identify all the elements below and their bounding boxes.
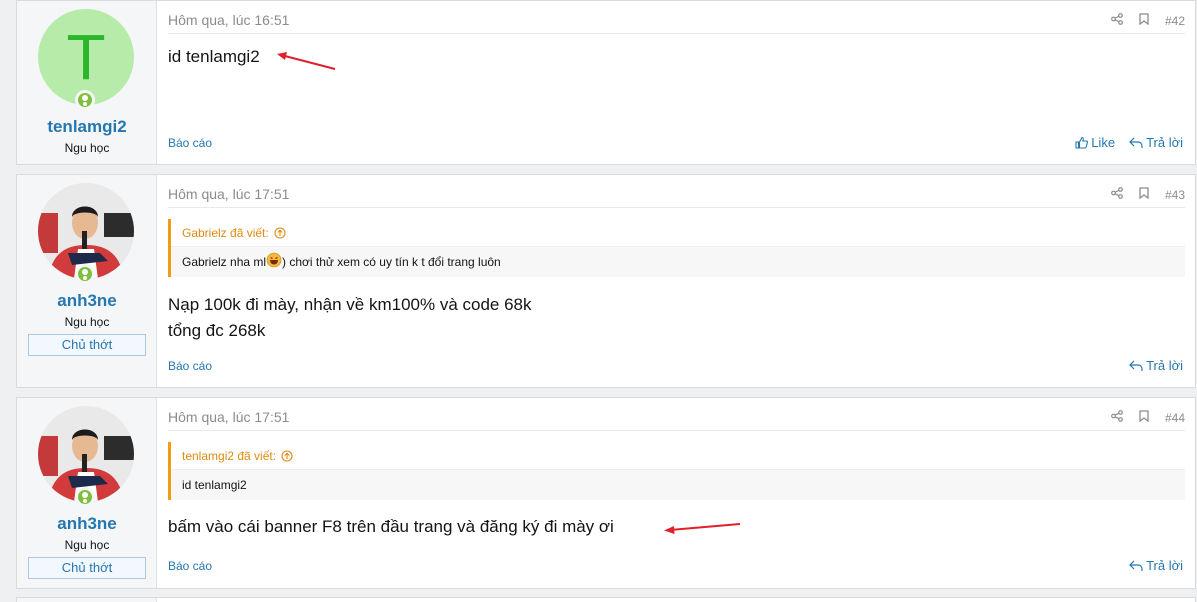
post-footer-actions: Like Trả lời [1075,135,1183,150]
quote-header[interactable]: Gabrielz đã viết: [171,219,1185,247]
post-actions: #43 [1111,187,1185,202]
post-time[interactable]: Hôm qua, lúc 17:51 [168,409,289,425]
username[interactable]: anh3ne [17,514,157,534]
post-number[interactable]: #44 [1165,411,1185,425]
user-column [17,598,157,602]
message-line: bấm vào cái banner F8 trên đầu trang và … [168,517,614,536]
divider [168,33,1185,34]
username[interactable]: anh3ne [17,291,157,311]
quote-text-part: Gabrielz nha ml [182,255,267,269]
reply-button[interactable]: Trả lời [1129,558,1183,573]
reply-label: Trả lời [1146,558,1183,573]
arrow-up-circle-icon[interactable] [281,449,293,462]
post-number[interactable]: #43 [1165,188,1185,202]
post-actions: #44 [1111,410,1185,425]
reply-label: Trả lời [1146,135,1183,150]
post-actions: #42 [1111,13,1185,28]
red-arrow-annotation [277,52,336,70]
user-title: Ngu học [64,141,110,155]
quote-block: Gabrielz đã viết: Gabrielz nha ml ) chơi… [168,219,1185,277]
thread-starter-banner: Chủ thớt [28,334,146,356]
online-status-icon [75,487,95,507]
post-44: anh3ne Ngu học Chủ thớt Hôm qua, lúc 17:… [16,397,1196,589]
message-line: id tenlamgi2 [168,47,260,66]
quote-header[interactable]: tenlamgi2 đã viết: [171,442,1185,470]
report-link[interactable]: Báo cáo [168,359,212,373]
quote-block: tenlamgi2 đã viết: id tenlamgi2 [168,442,1185,500]
arrow-up-circle-icon[interactable] [274,226,286,239]
message-line: tổng đc 268k [168,321,266,340]
share-icon[interactable] [1111,13,1123,28]
thread-starter-banner: Chủ thớt [28,557,146,579]
reply-icon [1129,360,1143,371]
report-link[interactable]: Báo cáo [168,136,212,150]
reply-icon [1129,137,1143,148]
bookmark-icon[interactable] [1139,13,1149,28]
reply-button[interactable]: Trả lời [1129,358,1183,373]
quote-text-part: ) chơi thử xem có uy tín k t đổi trang l… [282,255,501,269]
share-icon[interactable] [1111,187,1123,202]
red-arrow-annotation [664,523,741,534]
divider [168,207,1185,208]
post-43: anh3ne Ngu học Chủ thớt Hôm qua, lúc 17:… [16,174,1196,388]
username[interactable]: tenlamgi2 [17,117,157,137]
message-body: bấm vào cái banner F8 trên đầu trang và … [168,514,614,540]
like-button[interactable]: Like [1075,135,1115,150]
like-icon [1075,136,1089,149]
share-icon[interactable] [1111,410,1123,425]
reply-button[interactable]: Trả lời [1129,135,1183,150]
laugh-emoji-icon [266,252,282,268]
user-column: T tenlamgi2 Ngu học [17,1,157,164]
quote-author: Gabrielz đã viết: [182,225,269,240]
quote-text: Gabrielz nha ml ) chơi thử xem có uy tín… [171,247,1185,277]
user-title: Ngu học [64,315,110,329]
user-title: Ngu học [64,538,110,552]
post-42: T tenlamgi2 Ngu học Hôm qua, lúc 16:51 #… [16,0,1196,165]
message-body: Nạp 100k đi mày, nhận về km100% và code … [168,292,532,344]
post-next-partial [16,597,1196,602]
message-line: Nạp 100k đi mày, nhận về km100% và code … [168,295,532,314]
bookmark-icon[interactable] [1139,187,1149,202]
user-column: anh3ne Ngu học Chủ thớt [17,398,157,588]
reply-icon [1129,560,1143,571]
reply-label: Trả lời [1146,358,1183,373]
report-link[interactable]: Báo cáo [168,559,212,573]
user-column: anh3ne Ngu học Chủ thớt [17,175,157,387]
message-body: id tenlamgi2 [168,44,260,70]
quote-author: tenlamgi2 đã viết: [182,448,277,463]
post-number[interactable]: #42 [1165,14,1185,28]
quote-text: id tenlamgi2 [182,478,247,492]
online-status-icon [75,264,95,284]
post-time[interactable]: Hôm qua, lúc 17:51 [168,186,289,202]
like-label: Like [1091,135,1116,150]
divider [168,430,1185,431]
online-status-icon [75,90,95,110]
post-footer-actions: Trả lời [1129,358,1183,373]
bookmark-icon[interactable] [1139,410,1149,425]
post-footer-actions: Trả lời [1129,558,1183,573]
post-time[interactable]: Hôm qua, lúc 16:51 [168,12,289,28]
